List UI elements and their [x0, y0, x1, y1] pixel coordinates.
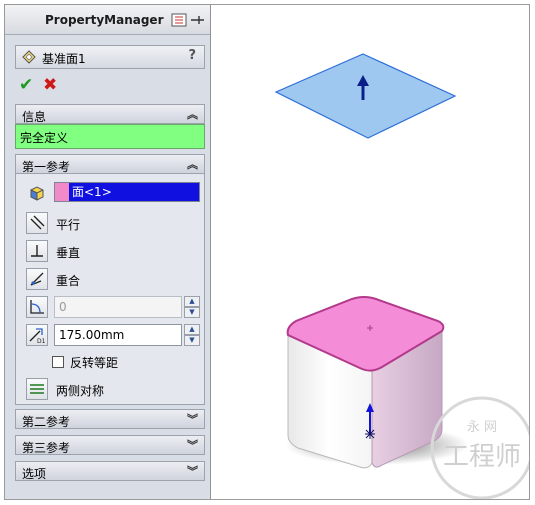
distance-stepper[interactable]: ▲ ▼	[184, 324, 200, 346]
expand-icon[interactable]: ︾	[187, 411, 198, 427]
property-manager-panel: PropertyManager 基准面1 ? ✔ ✖ 信息 ︽ 完全定义 第一参…	[5, 5, 211, 499]
perpendicular-button[interactable]	[26, 240, 48, 262]
ok-check-icon[interactable]: ✔	[19, 75, 33, 95]
angle-stepper[interactable]: ▲ ▼	[184, 296, 200, 318]
coincident-icon	[30, 272, 44, 286]
reference-selection-box[interactable]: 面<1>	[54, 182, 200, 202]
parallel-button[interactable]	[26, 212, 48, 234]
watermark-top-text: 永 网	[467, 420, 497, 435]
info-group-label: 信息	[22, 110, 47, 124]
coincident-label: 重合	[56, 274, 81, 288]
watermark-logo: 永 网 工程师	[430, 396, 529, 499]
angle-icon	[30, 300, 44, 314]
window-frame: PropertyManager 基准面1 ? ✔ ✖ 信息 ︽ 完全定义 第一参…	[4, 4, 530, 500]
info-status-box: 完全定义	[15, 124, 205, 149]
pin-icon[interactable]	[171, 13, 205, 27]
perpendicular-label: 垂直	[56, 246, 81, 260]
info-status-text: 完全定义	[20, 131, 69, 145]
distance-input[interactable]: 175.00mm	[54, 324, 182, 346]
face-select-icon	[30, 186, 44, 201]
mid-plane-button[interactable]	[26, 378, 48, 400]
info-group-header[interactable]: 信息 ︽	[15, 104, 205, 124]
panel-header: PropertyManager	[5, 5, 210, 35]
cancel-x-icon[interactable]: ✖	[43, 75, 57, 95]
mid-plane-icon	[30, 384, 44, 394]
reference-plane[interactable]	[274, 53, 457, 139]
feature-title-bar: 基准面1 ?	[15, 45, 205, 69]
third-reference-label: 第三参考	[22, 441, 71, 455]
selection-color-swatch	[55, 183, 69, 201]
flip-offset-checkbox[interactable]	[52, 356, 64, 368]
collapse-icon[interactable]: ︽	[187, 156, 198, 172]
coincident-button[interactable]	[26, 268, 48, 290]
collapse-icon[interactable]: ︽	[187, 106, 198, 122]
perpendicular-icon	[31, 245, 43, 257]
expand-icon[interactable]: ︾	[187, 437, 198, 453]
help-icon[interactable]: ?	[188, 48, 196, 63]
expand-icon[interactable]: ︾	[187, 463, 198, 479]
panel-title: PropertyManager	[45, 13, 164, 27]
distance-icon: D1	[29, 328, 46, 344]
second-reference-header[interactable]: 第二参考 ︾	[15, 409, 205, 429]
flip-offset-label: 反转等距	[70, 356, 119, 370]
options-header[interactable]: 选项 ︾	[15, 461, 205, 481]
options-label: 选项	[22, 467, 47, 481]
first-reference-header[interactable]: 第一参考 ︽	[15, 154, 205, 174]
feature-plane-icon	[22, 50, 36, 64]
feature-name: 基准面1	[42, 52, 86, 66]
first-reference-label: 第一参考	[22, 160, 71, 174]
parallel-label: 平行	[56, 218, 81, 232]
first-reference-body: 面<1> 平行 垂直 重合 0 ▲ ▼ D1 175.00mm ▲ ▼ 反转等距…	[15, 174, 205, 405]
ok-cancel-bar: ✔ ✖	[19, 75, 79, 95]
angle-button[interactable]	[26, 296, 48, 318]
mid-plane-label: 两侧对称	[56, 384, 105, 398]
cube-model[interactable]	[286, 296, 445, 469]
angle-input[interactable]: 0	[54, 296, 182, 318]
second-reference-label: 第二参考	[22, 415, 71, 429]
parallel-icon	[30, 215, 45, 230]
svg-text:D1: D1	[37, 338, 46, 344]
reference-selection-item[interactable]: 面<1>	[69, 183, 199, 201]
watermark-main-text: 工程师	[443, 442, 521, 472]
third-reference-header[interactable]: 第三参考 ︾	[15, 435, 205, 455]
distance-button[interactable]: D1	[26, 324, 48, 346]
